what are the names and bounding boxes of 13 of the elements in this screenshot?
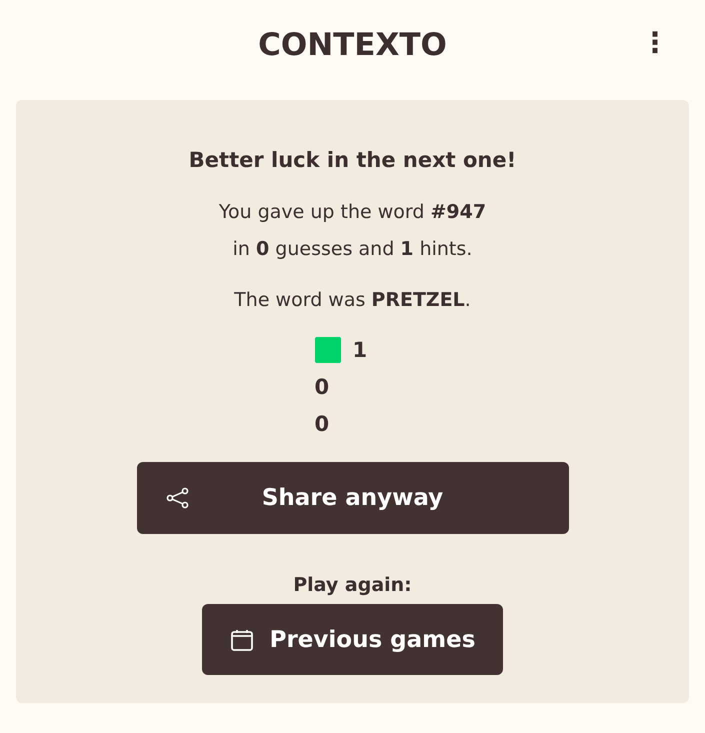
- share-button[interactable]: Share anyway: [136, 462, 568, 534]
- calendar-icon: [230, 628, 254, 652]
- result-heading: Better luck in the next one!: [188, 148, 516, 172]
- answer-text: The word was PRETZEL.: [234, 288, 471, 313]
- app-title: CONTEXTO: [258, 27, 447, 63]
- summary-text: You gave up the word #947: [218, 200, 486, 225]
- previous-games-button[interactable]: Previous games: [202, 604, 504, 675]
- stat-count: 1: [352, 338, 368, 362]
- stat-count: 0: [314, 412, 330, 436]
- share-icon: [164, 486, 190, 510]
- summary-text: in 0 guesses and 1 hints.: [232, 237, 472, 262]
- play-again-label: Play again:: [293, 574, 412, 596]
- stat-count: 0: [314, 374, 330, 398]
